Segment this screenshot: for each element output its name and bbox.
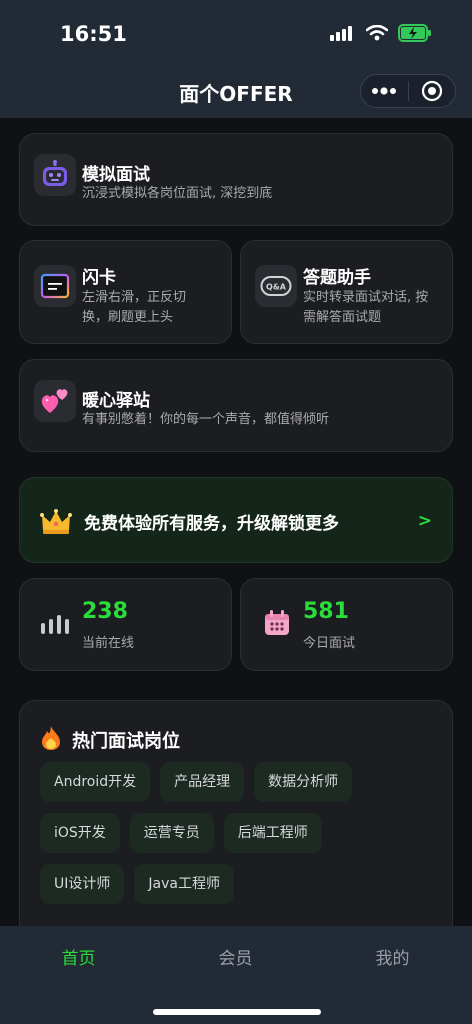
crown-icon xyxy=(40,509,72,534)
robot-icon xyxy=(34,154,76,196)
today-count: 581 xyxy=(303,599,349,624)
online-label: 当前在线 xyxy=(82,636,135,651)
warm-station-title: 暖心驿站 xyxy=(82,391,150,411)
position-tag[interactable]: Java工程师 xyxy=(134,864,234,904)
answer-assistant-desc-line2: 需解答面试题 xyxy=(303,310,382,325)
status-bar: 16:51 xyxy=(0,0,472,66)
warm-station-desc: 有事别憋着！你的每一个声音，都值得倾听 xyxy=(82,412,330,427)
cellular-signal-icon xyxy=(330,26,352,41)
tag-row: iOS开发 运营专员 后端工程师 xyxy=(40,813,440,864)
mini-program-capsule xyxy=(360,74,456,108)
svg-text:Q&A: Q&A xyxy=(266,283,287,292)
hot-positions-card: 热门面试岗位 Android开发 产品经理 数据分析师 iOS开发 运营专员 后端工程师 U… xyxy=(19,700,453,926)
home-indicator[interactable] xyxy=(153,1009,321,1015)
calendar-icon xyxy=(265,610,289,635)
position-tag[interactable]: Android开发 xyxy=(40,762,151,802)
upgrade-banner[interactable]: 免费体验所有服务，升级解锁更多 > xyxy=(19,477,453,563)
answer-assistant-card[interactable]: Q&A 答题助手 实时转录面试对话, 按 需解答面试题 xyxy=(240,240,453,344)
flashcard-card[interactable]: 闪卡 左滑右滑，正反切 换，刷题更上头 xyxy=(19,240,232,344)
upgrade-banner-text: 免费体验所有服务，升级解锁更多 xyxy=(84,514,339,534)
mock-interview-card[interactable]: 模拟面试 沉浸式模拟各岗位面试, 深挖到底 xyxy=(19,133,453,226)
position-tag[interactable]: iOS开发 xyxy=(40,813,120,853)
flashcard-desc-line2: 换，刷题更上头 xyxy=(82,310,174,325)
hearts-icon xyxy=(34,380,76,422)
mock-interview-title: 模拟面试 xyxy=(82,165,150,185)
flashcard-desc-line1: 左滑右滑，正反切 xyxy=(82,290,187,305)
hot-positions-title: 热门面试岗位 xyxy=(72,731,180,752)
mock-interview-desc: 沉浸式模拟各岗位面试, 深挖到底 xyxy=(82,186,273,201)
qa-icon: Q&A xyxy=(255,265,297,307)
today-label: 今日面试 xyxy=(303,636,356,651)
flashcard-icon xyxy=(34,265,76,307)
position-tags: Android开发 产品经理 数据分析师 iOS开发 运营专员 后端工程师 UI设计师 Jav… xyxy=(40,762,440,915)
flashcard-title: 闪卡 xyxy=(82,268,116,288)
signal-bars-icon xyxy=(41,615,69,634)
position-tag[interactable]: 产品经理 xyxy=(160,762,245,802)
tab-home[interactable]: 首页 xyxy=(0,944,157,969)
more-dots-icon xyxy=(372,87,397,95)
online-count: 238 xyxy=(82,599,128,624)
position-tag[interactable]: 后端工程师 xyxy=(223,813,322,853)
tab-member[interactable]: 会员 xyxy=(157,944,314,969)
tag-row: UI设计师 Java工程师 xyxy=(40,864,440,915)
battery-charging-icon xyxy=(398,24,431,42)
status-icons xyxy=(330,24,432,42)
target-close-icon xyxy=(421,80,442,102)
wifi-icon xyxy=(366,25,388,41)
upgrade-arrow: > xyxy=(417,511,432,531)
close-miniprogram-button[interactable] xyxy=(409,75,456,107)
answer-assistant-desc-line1: 实时转录面试对话, 按 xyxy=(303,290,429,305)
position-tag[interactable]: 数据分析师 xyxy=(254,762,353,802)
status-time: 16:51 xyxy=(60,22,127,46)
more-button[interactable] xyxy=(361,75,408,107)
online-stat-card: 238 当前在线 xyxy=(19,578,232,671)
nav-bar: 面个OFFER xyxy=(0,66,472,118)
position-tag[interactable]: UI设计师 xyxy=(40,864,125,904)
tab-mine[interactable]: 我的 xyxy=(314,944,471,969)
position-tag[interactable]: 运营专员 xyxy=(129,813,214,853)
answer-assistant-title: 答题助手 xyxy=(303,268,371,288)
tag-row: Android开发 产品经理 数据分析师 xyxy=(40,762,440,813)
fire-icon xyxy=(42,726,60,750)
warm-station-card[interactable]: 暖心驿站 有事别憋着！你的每一个声音，都值得倾听 xyxy=(19,359,453,452)
today-stat-card: 581 今日面试 xyxy=(240,578,453,671)
